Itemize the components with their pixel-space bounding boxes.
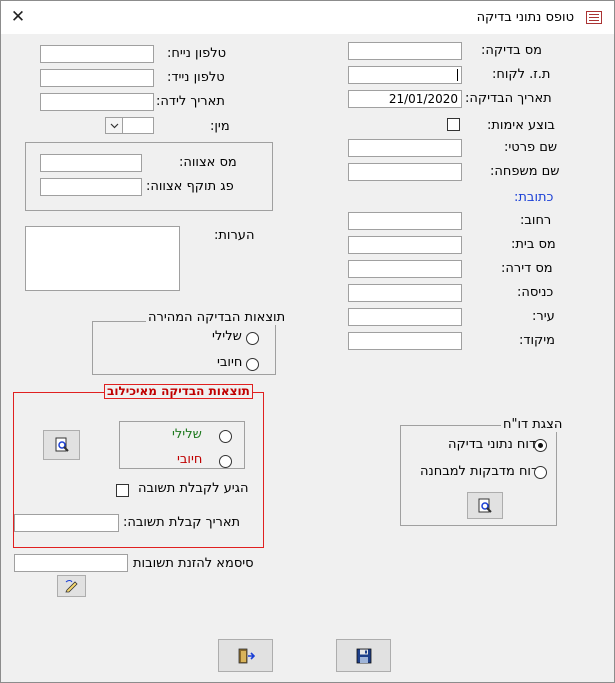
rapid-negative-label: שלילי [212,329,242,344]
notes-label: הערות: [214,228,255,243]
batch-number-field[interactable] [40,154,142,172]
answer-received-checkbox[interactable] [116,484,129,497]
chevron-down-icon[interactable] [106,118,123,133]
lab-positive-radio[interactable] [219,455,232,468]
exit-button[interactable] [218,639,273,672]
report-preview-button[interactable] [467,492,503,519]
apartment-label: מס דירה: [501,261,553,276]
rapid-test-title: תוצאות הבדיקה המהירה [146,310,288,325]
test-date-label: תאריך הבדיקה: [465,91,552,106]
edit-answers-button[interactable] [57,575,86,597]
entrance-label: כניסה: [517,285,554,300]
first-name-label: שם פרטי: [504,140,558,155]
title-bar: ✕ טופס נתוני בדיקה [1,1,614,34]
address-heading: כתובת: [514,190,554,205]
save-button[interactable] [336,639,391,672]
zip-label: מיקוד: [519,333,555,348]
report-option-tested-lab-radio[interactable] [534,466,547,479]
phone-field[interactable] [40,45,154,63]
notes-field[interactable] [25,226,180,291]
house-number-label: מס בית: [511,237,556,252]
answer-received-label: הגיע לקבלת תשובה [138,481,249,496]
batch-expiry-field[interactable] [40,178,142,196]
exit-door-icon [238,648,255,663]
city-label: עיר: [532,309,555,324]
batch-number-label: מס אצווה: [179,155,237,170]
edit-pencil-icon [64,580,78,593]
verified-checkbox[interactable] [447,118,460,131]
lab-positive-label: חיובי [177,452,203,467]
report-group-title: הצגת דו"ח [501,417,565,432]
customer-id-label: ת.ז. לקוח: [492,67,551,82]
lab-preview-button[interactable] [43,430,80,460]
form-icon [586,11,602,24]
report-option-test-data-radio[interactable] [534,439,547,452]
window-title: טופס נתוני בדיקה [476,10,574,25]
gender-combo[interactable] [105,117,154,134]
answer-date-field[interactable] [14,514,119,532]
password-field[interactable] [14,554,128,572]
street-label: רחוב: [520,213,552,228]
birthdate-field[interactable] [40,93,154,111]
lab-negative-radio[interactable] [219,430,232,443]
report-option-test-data-label: דוח נתוני בדיקה [448,437,537,452]
batch-group [25,142,273,211]
last-name-label: שם משפחה: [490,164,560,179]
first-name-field[interactable] [348,139,462,157]
print-preview-icon [55,437,69,452]
test-date-field[interactable]: 21/01/2020 [348,90,462,108]
mobile-field[interactable] [40,69,154,87]
test-number-label: מס בדיקה: [481,43,543,58]
report-option-tested-lab-label: דוח מדבקות למבחנה [420,464,539,479]
password-label: סיסמא להזנת תשובות [133,556,254,571]
zip-field[interactable] [348,332,462,350]
form-window: ✕ טופס נתוני בדיקה מס בדיקה: ת.ז. לקוח: … [0,0,615,683]
rapid-negative-radio[interactable] [246,332,259,345]
answer-date-label: תאריך קבלת תשובה: [123,515,241,530]
rapid-positive-radio[interactable] [246,358,259,371]
batch-expiry-label: פג תוקף אצווה: [146,179,234,194]
apartment-field[interactable] [348,260,462,278]
verified-label: בוצע אימות: [487,118,555,133]
lab-test-title: תוצאות הבדיקה מאיכילוב [104,384,253,399]
house-number-field[interactable] [348,236,462,254]
gender-label: מין: [210,119,230,134]
lab-negative-label: שלילי [172,427,202,442]
mobile-label: טלפון נייד: [167,70,225,85]
customer-id-field[interactable] [348,66,462,84]
test-number-field[interactable] [348,42,462,60]
street-field[interactable] [348,212,462,230]
rapid-positive-label: חיובי [217,355,243,370]
print-preview-icon [478,498,492,513]
save-icon [356,648,371,663]
entrance-field[interactable] [348,284,462,302]
last-name-field[interactable] [348,163,462,181]
city-field[interactable] [348,308,462,326]
birthdate-label: תאריך לידה: [156,94,225,109]
close-icon[interactable]: ✕ [6,5,30,29]
phone-label: טלפון נייח: [167,46,227,61]
